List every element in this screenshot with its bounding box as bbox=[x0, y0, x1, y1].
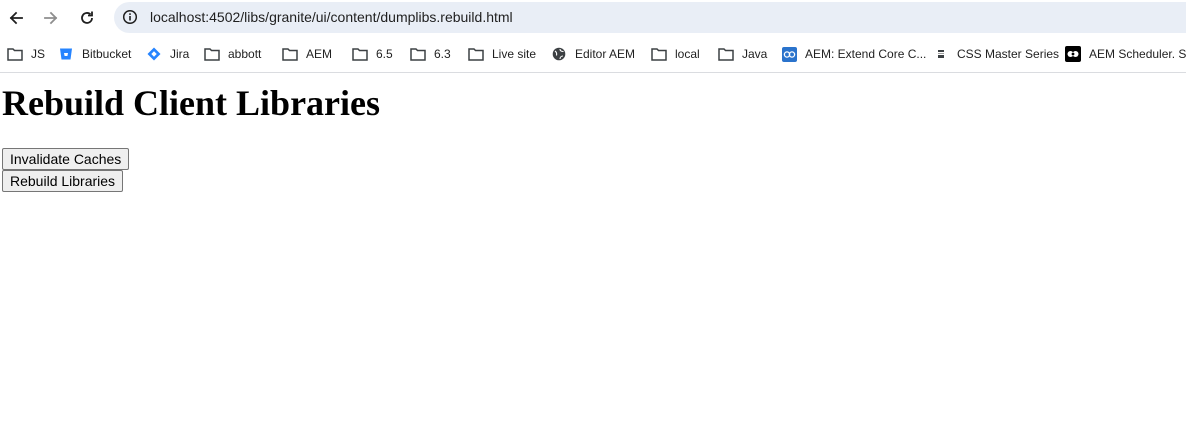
page-content: Rebuild Client Libraries Invalidate Cach… bbox=[0, 74, 1186, 423]
bookmark-js[interactable]: JS bbox=[7, 45, 45, 63]
folder-icon bbox=[282, 46, 298, 62]
globe-icon bbox=[551, 46, 567, 62]
folder-icon bbox=[651, 46, 667, 62]
folder-icon bbox=[204, 46, 220, 62]
reload-icon bbox=[81, 11, 93, 24]
page-title: Rebuild Client Libraries bbox=[2, 83, 381, 123]
bookmark-label: JS bbox=[31, 47, 46, 61]
url-text[interactable]: localhost:4502/libs/granite/ui/content/d… bbox=[150, 9, 513, 25]
bookmark-label: Java bbox=[742, 47, 768, 61]
bookmark-label: AEM bbox=[306, 47, 333, 61]
folder-icon bbox=[718, 46, 734, 62]
bookmark-label: Live site bbox=[492, 47, 537, 61]
bookmark-bitbucket[interactable]: Bitbucket bbox=[58, 45, 131, 63]
bookmark-label: CSS Master Series bbox=[957, 47, 1060, 61]
bookmark-label: AEM Scheduler. Sc bbox=[1089, 47, 1186, 61]
bookmark-css-master-series[interactable]: CSS Master Series bbox=[933, 45, 1059, 63]
bookmark-6-3[interactable]: 6.3 bbox=[410, 45, 451, 63]
jira-icon bbox=[146, 46, 162, 62]
css-icon bbox=[933, 46, 949, 62]
bookmarks-bar: JS Bitbucket Jira abbott AEM 6.5 6.3 Liv… bbox=[0, 36, 1186, 73]
bookmark-label: abbott bbox=[228, 47, 262, 61]
site-info-icon[interactable] bbox=[121, 8, 139, 26]
bookmark-java[interactable]: Java bbox=[718, 45, 767, 63]
bookmark-aem[interactable]: AEM bbox=[282, 45, 332, 63]
bookmark-editor-aem[interactable]: Editor AEM bbox=[551, 45, 635, 63]
bookmark-abbott[interactable]: abbott bbox=[204, 45, 261, 63]
bookmark-jira[interactable]: Jira bbox=[146, 45, 189, 63]
arrow-left-icon bbox=[9, 11, 23, 25]
coursera-icon bbox=[781, 46, 797, 62]
bookmark-label: 6.5 bbox=[376, 47, 393, 61]
bookmark-6-5[interactable]: 6.5 bbox=[352, 45, 393, 63]
back-button[interactable] bbox=[2, 4, 30, 32]
bitbucket-icon bbox=[58, 46, 74, 62]
bookmark-label: AEM: Extend Core C... bbox=[805, 47, 927, 61]
forward-button[interactable] bbox=[37, 4, 65, 32]
arrow-right-icon bbox=[44, 11, 58, 25]
bookmark-label: local bbox=[675, 47, 700, 61]
bookmark-label: Jira bbox=[170, 47, 190, 61]
bookmark-aem-scheduler[interactable]: AEM Scheduler. Sc bbox=[1065, 45, 1186, 63]
reload-button[interactable] bbox=[73, 4, 101, 32]
invalidate-caches-button[interactable]: Invalidate Caches bbox=[2, 148, 130, 170]
folder-icon bbox=[352, 46, 368, 62]
bookmark-label: 6.3 bbox=[434, 47, 451, 61]
folder-icon bbox=[7, 46, 23, 62]
address-bar[interactable]: localhost:4502/libs/granite/ui/content/d… bbox=[114, 2, 1186, 33]
bookmark-label: Bitbucket bbox=[82, 47, 132, 61]
folder-icon bbox=[468, 46, 484, 62]
bookmark-local[interactable]: local bbox=[651, 45, 700, 63]
scheduler-icon bbox=[1065, 46, 1081, 62]
folder-icon bbox=[410, 46, 426, 62]
bookmark-live-site[interactable]: Live site bbox=[468, 45, 536, 63]
rebuild-libraries-button[interactable]: Rebuild Libraries bbox=[2, 170, 124, 192]
bookmark-aem-extend-core[interactable]: AEM: Extend Core C... bbox=[781, 45, 926, 63]
bookmark-label: Editor AEM bbox=[575, 47, 636, 61]
browser-toolbar: localhost:4502/libs/granite/ui/content/d… bbox=[0, 0, 1186, 36]
